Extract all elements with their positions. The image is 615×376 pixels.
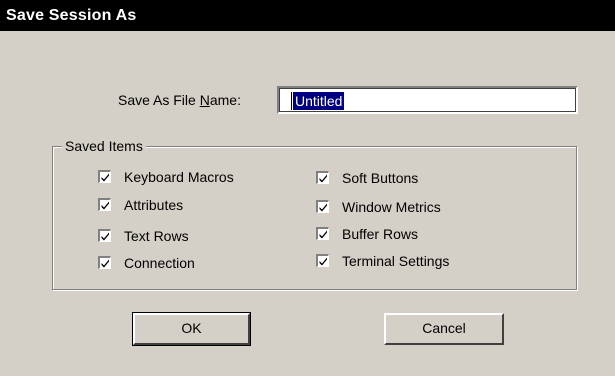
checkbox-label: Keyboard Macros [124,169,234,185]
dialog-title: Save Session As [0,0,615,31]
checkbox-checked-icon [98,198,111,211]
checkbox-checked-icon [98,170,111,183]
text-caret [291,92,292,110]
checkbox-label: Attributes [124,197,184,213]
checkbox-checked-icon [316,227,329,240]
checkbox-label: Window Metrics [342,199,441,215]
ok-button[interactable]: OK [132,312,251,346]
filename-input[interactable]: Untitled [277,86,578,114]
checkbox-checked-icon [316,200,329,213]
checkbox-checked-icon [316,171,329,184]
save-session-dialog: Save Session As Save As File Name: Untit… [0,0,615,376]
filename-label: Save As File Name: [118,92,241,108]
checkbox-label: Text Rows [124,228,189,244]
checkbox-label: Terminal Settings [342,253,450,269]
checkbox-checked-icon [316,254,329,267]
filename-value: Untitled [293,92,345,110]
checkbox-checked-icon [98,229,111,242]
checkbox-checked-icon [98,256,111,269]
cancel-button[interactable]: Cancel [384,313,504,345]
filename-row: Save As File Name: Untitled [0,86,615,116]
checkbox-label: Buffer Rows [342,226,418,242]
checkbox-label: Connection [124,255,195,271]
checkbox-label: Soft Buttons [342,170,419,186]
saved-items-group-title: Saved Items [62,137,146,155]
